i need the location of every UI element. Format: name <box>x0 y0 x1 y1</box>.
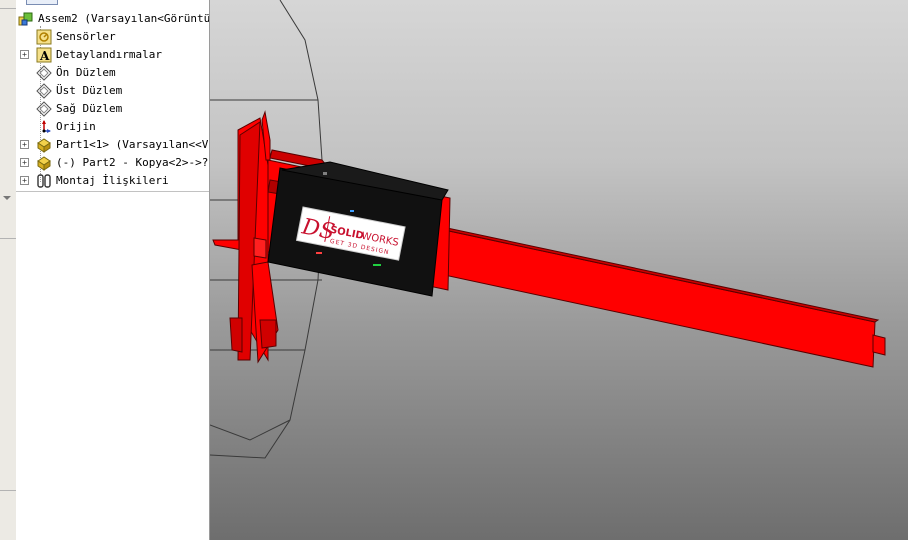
mates-icon <box>37 174 51 188</box>
assembly-icon <box>18 12 33 26</box>
left-panel-strip <box>0 0 17 540</box>
expand-plus-icon[interactable]: + <box>20 176 29 185</box>
tree-item-label: Sensörler <box>56 30 116 43</box>
sensor-icon <box>36 29 52 45</box>
tree-root-label: Assem2 (Varsayılan<Görüntü D <box>38 12 210 25</box>
part-icon <box>37 156 51 171</box>
tree-item-top-plane[interactable]: Üst Düzlem <box>16 82 209 100</box>
tree-item-label: Part1<1> (Varsayılan<<Vars <box>56 138 209 151</box>
svg-text:A: A <box>39 49 50 63</box>
strip-arrow-icon[interactable] <box>3 196 11 200</box>
strip-tick <box>0 490 16 491</box>
tree-item-label: Ön Düzlem <box>56 66 116 79</box>
display-button[interactable] <box>316 252 322 254</box>
display-indicator <box>350 210 354 212</box>
tree-item-label: Üst Düzlem <box>56 84 123 97</box>
caliper-model[interactable]: DS SOLID WORKS GET 3D DESIGN <box>210 0 908 540</box>
strip-tick <box>0 238 16 239</box>
graphics-viewport[interactable]: DS SOLID WORKS GET 3D DESIGN <box>210 0 908 540</box>
plane-icon <box>36 65 52 81</box>
tree-item-label: Detaylandırmalar <box>56 48 162 61</box>
tree-item-sensors[interactable]: Sensörler <box>16 28 209 46</box>
tree-item-right-plane[interactable]: Sağ Düzlem <box>16 100 209 118</box>
tree-item-label: Sağ Düzlem <box>56 102 123 115</box>
tree-item-annotations[interactable]: + A Detaylandırmalar <box>16 46 209 64</box>
tree-item-label: Montaj İlişkileri <box>56 174 169 187</box>
tree-item-front-plane[interactable]: Ön Düzlem <box>16 64 209 82</box>
tree-divider <box>16 191 209 192</box>
plane-icon <box>36 101 52 117</box>
part-icon <box>37 138 51 153</box>
feature-manager-tree[interactable]: Assem2 (Varsayılan<Görüntü D Sensörler +… <box>16 0 210 540</box>
tree-item-mates[interactable]: + Montaj İlişkileri <box>16 172 209 190</box>
tree-item-part1[interactable]: + Part1<1> (Varsayılan<<Vars <box>16 136 209 154</box>
expand-plus-icon[interactable]: + <box>20 158 29 167</box>
tree-item-label: Orijin <box>56 120 96 133</box>
display-button[interactable] <box>373 264 381 266</box>
plane-icon <box>36 83 52 99</box>
tree-root-assembly[interactable]: Assem2 (Varsayılan<Görüntü D <box>16 10 209 28</box>
display-indicator <box>323 172 327 175</box>
annotations-icon: A <box>36 47 52 63</box>
tree-item-origin[interactable]: Orijin <box>16 118 209 136</box>
origin-icon <box>42 120 51 133</box>
caliper-beam <box>433 225 886 368</box>
expand-plus-icon[interactable]: + <box>20 50 29 59</box>
strip-tick <box>0 8 16 9</box>
tree-top-handle[interactable] <box>26 0 58 5</box>
tree-item-part2[interactable]: + (-) Part2 - Kopya<2>->? ( <box>16 154 209 172</box>
tree-item-label: (-) Part2 - Kopya<2>->? ( <box>56 156 210 169</box>
expand-plus-icon[interactable]: + <box>20 140 29 149</box>
